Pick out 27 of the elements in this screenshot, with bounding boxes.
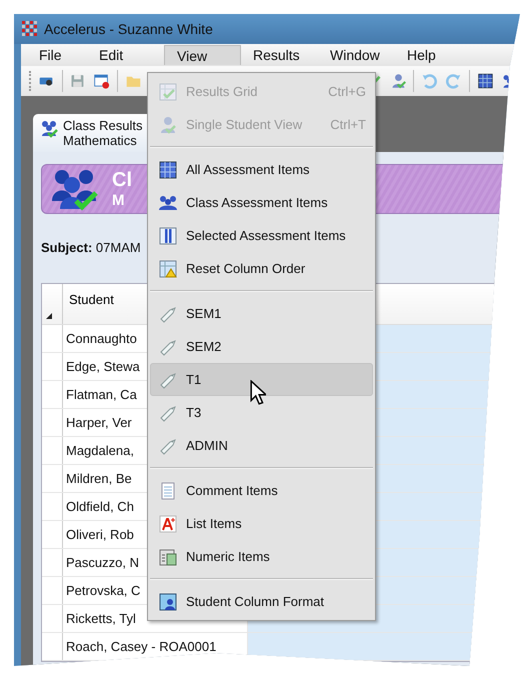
- shortcut-label: Ctrl+T: [330, 117, 366, 132]
- menu-option[interactable]: SEM1: [150, 297, 373, 330]
- header-title: Cl: [112, 169, 132, 192]
- tab-subtitle: Mathematics: [63, 133, 138, 148]
- header-subtitle: M: [112, 192, 126, 209]
- menu-option[interactable]: SEM2: [150, 330, 373, 363]
- window-title: Accelerus - Suzanne White: [44, 21, 213, 37]
- tab-title: Class Results: [63, 118, 142, 133]
- menu-option[interactable]: List Items: [150, 507, 373, 540]
- shortcut-label: Ctrl+G: [328, 84, 366, 99]
- menu-option[interactable]: All Assessment Items: [150, 153, 373, 186]
- menu-option[interactable]: ADMIN: [150, 429, 373, 462]
- menu-item[interactable]: Help: [395, 45, 472, 65]
- menu-item[interactable]: Window: [318, 45, 395, 65]
- menu-option[interactable]: T1: [150, 363, 373, 396]
- menu-option[interactable]: Student Column Format: [150, 585, 373, 618]
- menu-item[interactable]: View: [164, 45, 241, 65]
- menu-option[interactable]: T3: [150, 396, 373, 429]
- menu-option[interactable]: Comment Items: [150, 474, 373, 507]
- menu-option[interactable]: Selected Assessment Items: [150, 219, 373, 252]
- subject-label: Subject: 07MAM: [41, 240, 141, 255]
- menu-option[interactable]: Reset Column Order: [150, 252, 373, 285]
- menu-item[interactable]: File: [27, 45, 87, 65]
- menu-item[interactable]: Results: [241, 45, 318, 65]
- menu-option[interactable]: Class Assessment Items: [150, 186, 373, 219]
- menu-option[interactable]: Numeric Items: [150, 540, 373, 573]
- menu-item[interactable]: Edit: [87, 45, 164, 65]
